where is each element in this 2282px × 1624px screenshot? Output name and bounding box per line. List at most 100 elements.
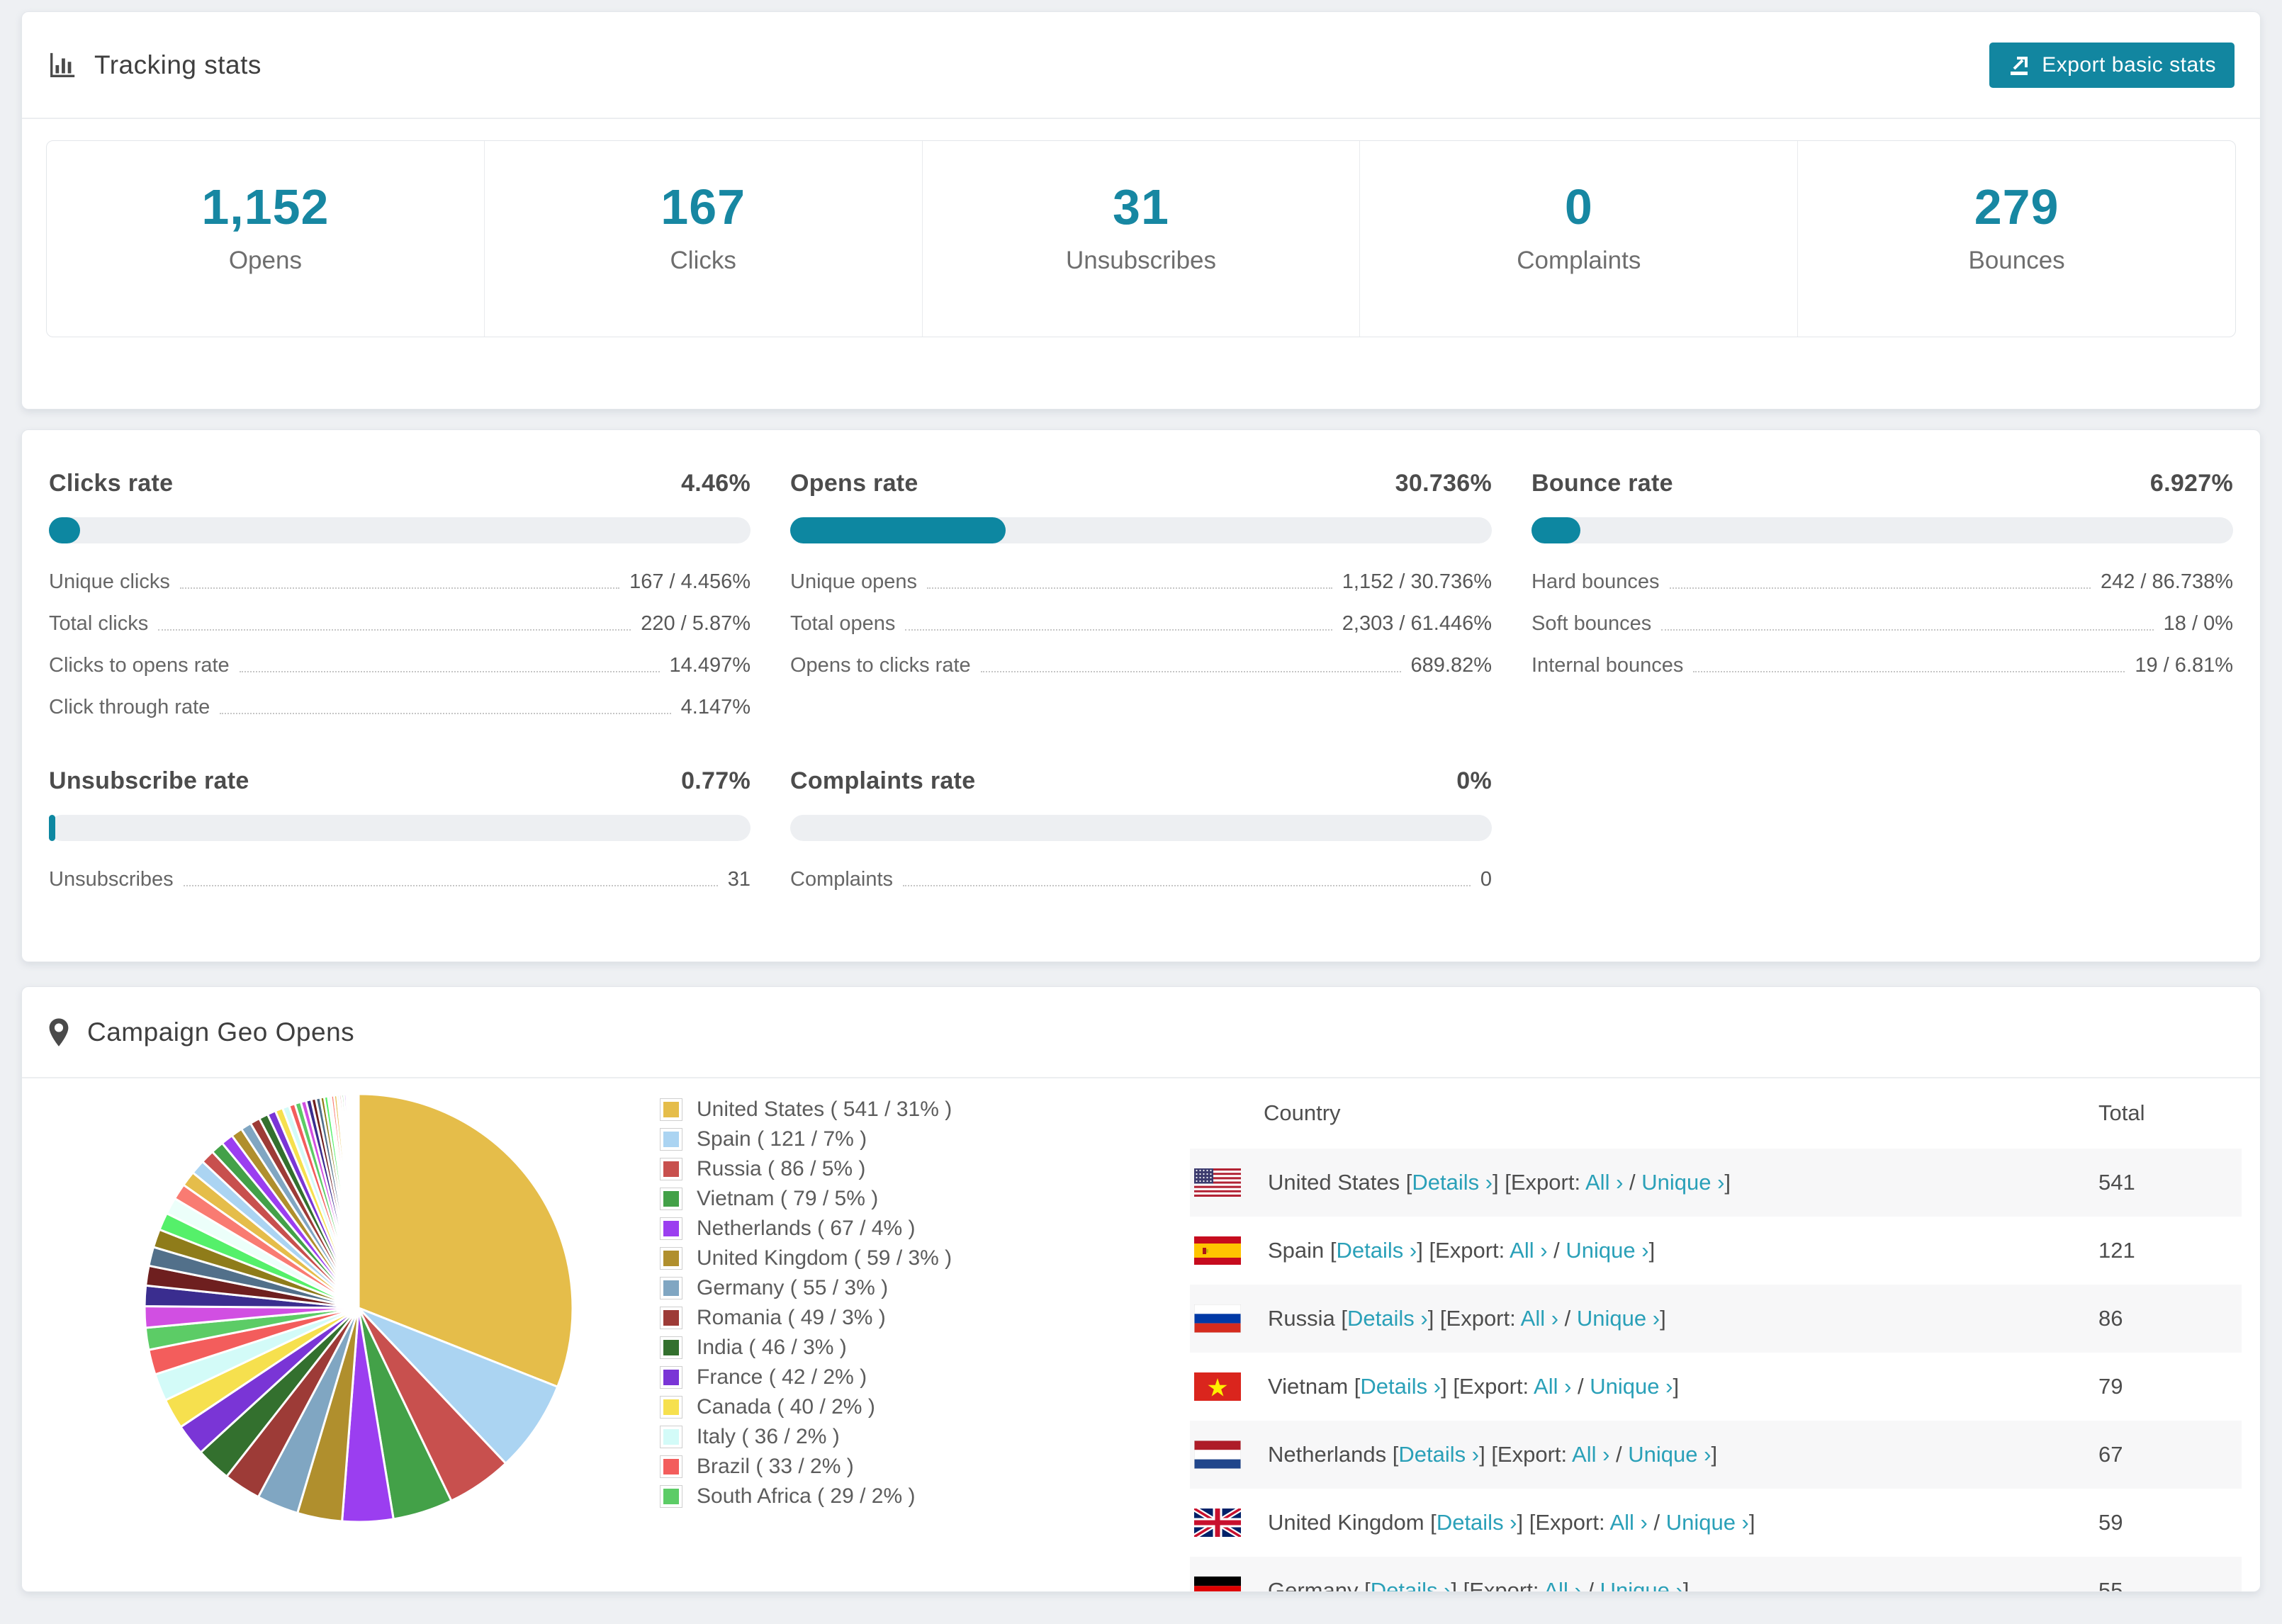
legend-item-canada: Canada ( 40 / 2% ) <box>660 1392 952 1422</box>
rate-detail-rows: Unique opens 1,152 / 30.736% Total opens… <box>790 572 1492 676</box>
geo-table-row-de: Germany [Details ›] [Export: All › / Uni… <box>1190 1557 2242 1592</box>
export-unique-link[interactable]: Unique › <box>1600 1578 1683 1591</box>
details-link[interactable]: Details › <box>1398 1442 1479 1467</box>
details-link[interactable]: Details › <box>1360 1374 1441 1399</box>
export-all-link[interactable]: All › <box>1534 1374 1571 1399</box>
rate-title: Unsubscribe rate <box>49 767 249 794</box>
legend-item-india: India ( 46 / 3% ) <box>660 1333 952 1363</box>
geo-table-row-gb: United Kingdom [Details ›] [Export: All … <box>1190 1489 2242 1557</box>
es-flag-icon <box>1194 1236 1241 1265</box>
export-unique-link[interactable]: Unique › <box>1577 1306 1660 1331</box>
detail-row: Unique opens 1,152 / 30.736% <box>790 572 1492 592</box>
legend-item-south-africa: South Africa ( 29 / 2% ) <box>660 1482 952 1511</box>
stat-label: Bounces <box>1968 247 2065 274</box>
geo-table-row-nl: Netherlands [Details ›] [Export: All › /… <box>1190 1421 2242 1489</box>
export-unique-link[interactable]: Unique › <box>1566 1238 1648 1263</box>
export-all-link[interactable]: All › <box>1544 1578 1581 1591</box>
total-cell: 121 <box>2098 1238 2135 1263</box>
stat-label: Unsubscribes <box>1065 247 1217 274</box>
export-unique-link[interactable]: Unique › <box>1628 1442 1711 1467</box>
bar-chart-icon <box>50 52 75 77</box>
tracking-stats-page: Tracking stats Export basic stats 1,152 … <box>0 0 2282 1624</box>
detail-value: 18 / 0% <box>2163 612 2233 635</box>
detail-label: Unsubscribes <box>49 868 174 891</box>
gb-flag-icon <box>1194 1509 1241 1537</box>
details-link[interactable]: Details › <box>1437 1510 1517 1535</box>
pie-slice[interactable] <box>356 1093 360 1309</box>
geo-opens-header: Campaign Geo Opens <box>22 987 2260 1078</box>
legend-item-spain: Spain ( 121 / 7% ) <box>660 1124 952 1154</box>
stat-label: Clicks <box>670 247 736 274</box>
country-cell: United States [Details ›] [Export: All ›… <box>1268 1170 1731 1195</box>
vn-flag-icon <box>1194 1372 1241 1401</box>
rate-progress-fill <box>1531 517 1580 543</box>
geo-opens-card: Campaign Geo Opens United States ( 541 /… <box>21 986 2261 1592</box>
export-basic-stats-button[interactable]: Export basic stats <box>1989 42 2235 88</box>
legend-swatch <box>660 1158 682 1180</box>
rates-row-1: Clicks rate 4.46% Unique clicks 167 / 4.… <box>22 470 2260 718</box>
geo-table-row-es: Spain [Details ›] [Export: All › / Uniqu… <box>1190 1217 2242 1285</box>
dotted-leader <box>903 885 1471 886</box>
dotted-leader <box>183 885 718 886</box>
rate-block-unsubscribe-rate: Unsubscribe rate 0.77% Unsubscribes 31 <box>49 767 751 890</box>
legend-label: Romania ( 49 / 3% ) <box>697 1306 886 1329</box>
page-title: Tracking stats <box>94 50 262 79</box>
details-link[interactable]: Details › <box>1337 1238 1417 1263</box>
legend-swatch <box>660 1307 682 1329</box>
rate-title-row: Unsubscribe rate 0.77% <box>49 767 751 795</box>
export-unique-link[interactable]: Unique › <box>1590 1374 1673 1399</box>
legend-item-brazil: Brazil ( 33 / 2% ) <box>660 1452 952 1482</box>
export-unique-link[interactable]: Unique › <box>1641 1170 1724 1195</box>
geo-table-body: United States [Details ›] [Export: All ›… <box>1190 1149 2242 1592</box>
country-cell: Russia [Details ›] [Export: All › / Uniq… <box>1268 1306 1666 1331</box>
stat-cell-opens: 1,152 Opens <box>47 141 485 337</box>
detail-row: Internal bounces 19 / 6.81% <box>1531 655 2233 676</box>
export-all-link[interactable]: All › <box>1585 1170 1623 1195</box>
legend-swatch <box>660 1336 682 1359</box>
details-link[interactable]: Details › <box>1412 1170 1493 1195</box>
legend-swatch <box>660 1188 682 1210</box>
detail-value: 167 / 4.456% <box>629 570 751 593</box>
legend-item-united-kingdom: United Kingdom ( 59 / 3% ) <box>660 1244 952 1273</box>
detail-row: Opens to clicks rate 689.82% <box>790 655 1492 676</box>
detail-value: 19 / 6.81% <box>2135 654 2233 677</box>
stat-cell-complaints: 0 Complaints <box>1360 141 1799 337</box>
stat-value: 167 <box>661 179 746 235</box>
legend-label: Brazil ( 33 / 2% ) <box>697 1455 854 1478</box>
export-all-link[interactable]: All › <box>1521 1306 1558 1331</box>
details-link[interactable]: Details › <box>1347 1306 1428 1331</box>
legend-swatch <box>660 1247 682 1270</box>
legend-label: Vietnam ( 79 / 5% ) <box>697 1187 879 1210</box>
legend-label: South Africa ( 29 / 2% ) <box>697 1484 916 1508</box>
legend-swatch <box>660 1277 682 1299</box>
detail-row: Total clicks 220 / 5.87% <box>49 614 751 634</box>
legend-swatch <box>660 1485 682 1508</box>
tracking-stats-card: Tracking stats Export basic stats 1,152 … <box>21 11 2261 410</box>
legend-swatch <box>660 1128 682 1151</box>
detail-label: Unique opens <box>790 570 917 593</box>
legend-swatch <box>660 1396 682 1419</box>
geo-table-row-vn: Vietnam [Details ›] [Export: All › / Uni… <box>1190 1353 2242 1421</box>
detail-value: 242 / 86.738% <box>2100 570 2233 593</box>
total-cell: 67 <box>2098 1442 2123 1467</box>
export-all-link[interactable]: All › <box>1572 1442 1609 1467</box>
detail-value: 31 <box>727 868 751 891</box>
dotted-leader <box>905 629 1332 631</box>
details-link[interactable]: Details › <box>1371 1578 1451 1591</box>
detail-label: Opens to clicks rate <box>790 654 971 677</box>
dotted-leader <box>926 587 1332 589</box>
rate-value: 30.736% <box>1395 470 1492 497</box>
total-cell: 55 <box>2098 1578 2123 1592</box>
detail-value: 2,303 / 61.446% <box>1342 612 1492 635</box>
rate-progress-track <box>1531 517 2233 543</box>
rates-card: Clicks rate 4.46% Unique clicks 167 / 4.… <box>21 429 2261 962</box>
geo-opens-pie-chart[interactable] <box>132 1081 585 1535</box>
rate-title: Bounce rate <box>1531 470 1673 497</box>
rates-row-2: Unsubscribe rate 0.77% Unsubscribes 31 C… <box>22 767 2260 890</box>
rate-value: 0.77% <box>681 767 751 794</box>
export-unique-link[interactable]: Unique › <box>1666 1510 1749 1535</box>
detail-value: 689.82% <box>1410 654 1493 677</box>
export-button-label: Export basic stats <box>2042 52 2216 77</box>
export-all-link[interactable]: All › <box>1510 1238 1547 1263</box>
export-all-link[interactable]: All › <box>1609 1510 1647 1535</box>
